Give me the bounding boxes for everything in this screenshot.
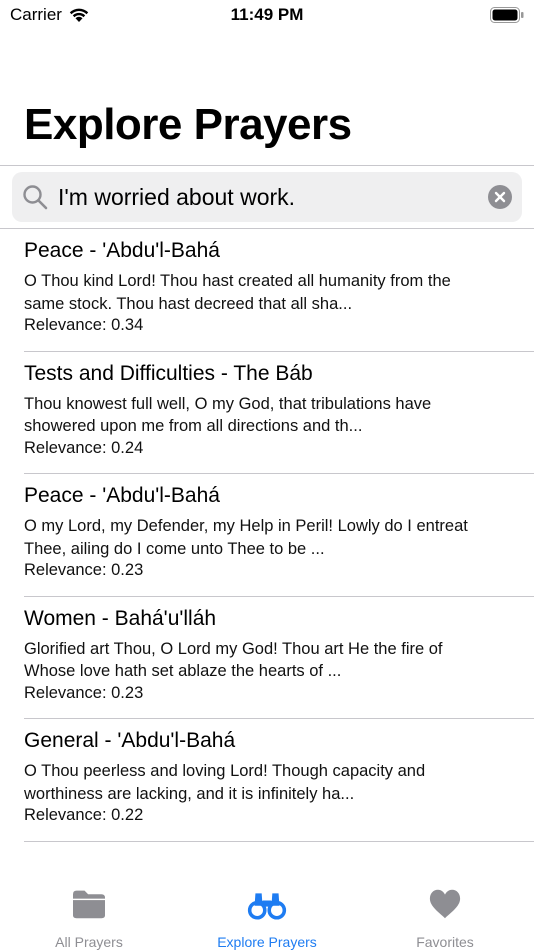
title-divider (0, 165, 534, 166)
result-excerpt: Glorified art Thou, O Lord my God! Thou … (24, 638, 524, 683)
result-title: General - 'Abdu'l-Bahá (24, 729, 236, 752)
search-bar[interactable]: I'm worried about work. (12, 172, 522, 222)
explore-prayers-screen: Carrier 11:49 PM Explore Prayers I'm wor… (0, 0, 534, 950)
result-relevance: Relevance: 0.23 (24, 561, 144, 579)
result-excerpt: O Thou peerless and loving Lord! Though … (24, 760, 524, 805)
excerpt-line: O my Lord, my Defender, my Help in Peril… (24, 517, 468, 535)
result-excerpt: Thou knowest full well, O my God, that t… (24, 393, 524, 438)
row-divider (24, 840, 534, 842)
result-row[interactable]: General - 'Abdu'l-Bahá O Thou peerless a… (0, 719, 534, 842)
clear-search-icon[interactable] (488, 185, 512, 209)
binoculars-icon (247, 893, 287, 920)
tab-label: All Prayers (55, 934, 123, 950)
result-row[interactable]: Tests and Difficulties - The Báb Thou kn… (0, 352, 534, 474)
result-relevance: Relevance: 0.34 (24, 316, 144, 334)
result-title: Tests and Difficulties - The Báb (24, 361, 313, 385)
status-time: 11:49 PM (230, 5, 304, 24)
page-title: Explore Prayers (24, 100, 352, 149)
excerpt-line: same stock. Thou hast decreed that all s… (24, 294, 353, 313)
result-relevance: Relevance: 0.23 (24, 683, 144, 702)
tab-favorites[interactable]: Favorites (356, 880, 534, 950)
status-bar: Carrier 11:49 PM (0, 0, 534, 30)
result-row[interactable]: Peace - 'Abdu'l-Bahá O my Lord, my Defen… (0, 474, 534, 597)
results-list: Peace - 'Abdu'l-Bahá O Thou kind Lord! T… (0, 229, 534, 842)
excerpt-line: Glorified art Thou, O Lord my God! Thou … (24, 639, 443, 658)
tab-all-prayers[interactable]: All Prayers (0, 880, 178, 950)
result-title: Women - Bahá'u'lláh (24, 606, 217, 630)
excerpt-line: O Thou kind Lord! Thou hast created all … (24, 272, 451, 290)
search-input[interactable]: I'm worried about work. (58, 184, 488, 211)
result-relevance: Relevance: 0.24 (24, 438, 144, 457)
result-relevance: Relevance: 0.22 (24, 806, 144, 824)
excerpt-line: Whose love hath set ablaze the hearts of… (24, 662, 342, 680)
excerpt-line: Thee, ailing do I come unto Thee to be .… (24, 539, 325, 558)
tab-label: Favorites (416, 934, 474, 950)
battery-icon (490, 7, 524, 23)
excerpt-line: showered upon me from all directions and… (24, 417, 363, 435)
search-icon (23, 185, 48, 210)
excerpt-line: Thou knowest full well, O my God, that t… (24, 394, 432, 413)
excerpt-line: worthiness are lacking, and it is infini… (24, 784, 355, 803)
result-row[interactable]: Women - Bahá'u'lláh Glorified art Thou, … (0, 597, 534, 719)
tab-bar: All Prayers Explore Prayers Favorites (0, 880, 534, 950)
result-excerpt: O Thou kind Lord! Thou hast created all … (24, 270, 524, 315)
heart-icon (429, 889, 461, 919)
result-title: Peace - 'Abdu'l-Bahá (24, 239, 220, 262)
tab-explore-prayers[interactable]: Explore Prayers (178, 880, 356, 950)
tab-label: Explore Prayers (217, 934, 317, 950)
result-excerpt: O my Lord, my Defender, my Help in Peril… (24, 515, 524, 560)
result-row[interactable]: Peace - 'Abdu'l-Bahá O Thou kind Lord! T… (0, 229, 534, 352)
folder-icon (73, 890, 105, 919)
result-title: Peace - 'Abdu'l-Bahá (24, 484, 220, 507)
excerpt-line: O Thou peerless and loving Lord! Though … (24, 762, 426, 780)
